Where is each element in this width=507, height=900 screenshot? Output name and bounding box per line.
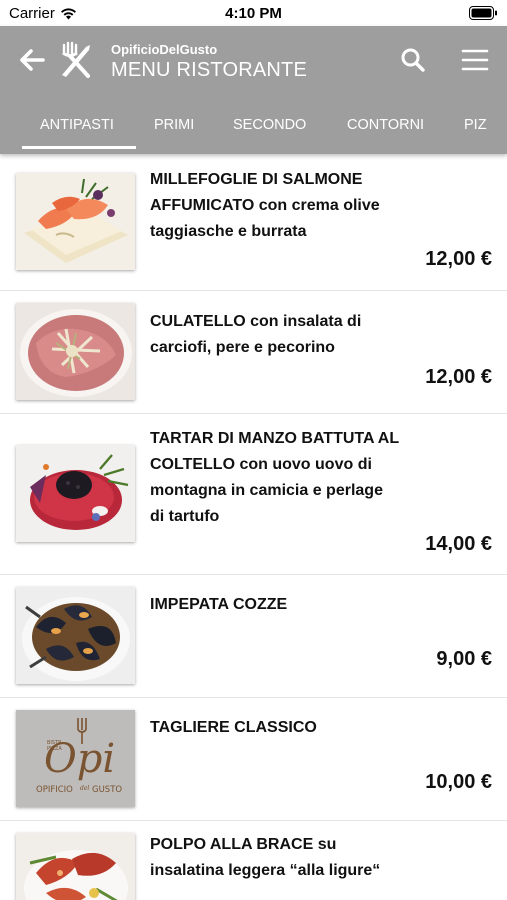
tartar-photo bbox=[16, 445, 135, 542]
dish-name-line: carciofi, pere e pecorino bbox=[150, 339, 335, 356]
dish-name-line: TAGLIERE CLASSICO bbox=[150, 719, 317, 736]
salmon-millefoglie-photo bbox=[16, 173, 135, 270]
dish-name: TAGLIERE CLASSICO bbox=[150, 715, 430, 741]
dish-price: 12,00 € bbox=[425, 366, 492, 388]
dish-image bbox=[16, 587, 135, 684]
back-arrow-icon[interactable] bbox=[18, 46, 46, 74]
list-item[interactable]: POLPO ALLA BRACE su insalatina leggera “… bbox=[0, 821, 507, 900]
status-bar: Carrier 4:10 PM bbox=[0, 0, 507, 26]
tab-secondo[interactable]: SECONDO bbox=[233, 117, 306, 133]
dish-name-line: TARTAR DI MANZO BATTUTA AL bbox=[150, 430, 400, 447]
search-icon[interactable] bbox=[399, 46, 427, 74]
octopus-photo bbox=[16, 833, 135, 900]
dish-name-line: CULATELLO con insalata di bbox=[150, 313, 362, 330]
dish-price: 10,00 € bbox=[425, 771, 492, 793]
dish-name-line: MILLEFOGLIE DI SALMONE bbox=[150, 171, 363, 188]
app-subtitle: OpificioDelGusto bbox=[111, 42, 218, 57]
tab-antipasti[interactable]: ANTIPASTI bbox=[40, 117, 114, 133]
dish-name: CULATELLO con insalata di carciofi, pere… bbox=[150, 309, 430, 361]
tab-contorni[interactable]: CONTORNI bbox=[347, 117, 424, 133]
active-tab-indicator bbox=[22, 146, 136, 149]
page-title: MENU RISTORANTE bbox=[111, 59, 307, 81]
dish-name: TARTAR DI MANZO BATTUTA AL COLTELLO con … bbox=[150, 426, 430, 530]
opificio-logo-placeholder: Opi BISTR PIZZA OPIFICIO del GUSTO bbox=[16, 710, 135, 807]
dish-name-line: taggiasche e burrata bbox=[150, 223, 307, 240]
logo-right-word: GUSTO bbox=[92, 785, 122, 795]
tab-primi[interactable]: PRIMI bbox=[154, 117, 194, 133]
dish-image bbox=[16, 445, 135, 542]
hamburger-menu-icon[interactable] bbox=[460, 46, 490, 74]
dish-image bbox=[16, 173, 135, 270]
dish-name-line: IMPEPATA COZZE bbox=[150, 596, 288, 613]
logo-mid-word: del bbox=[80, 785, 89, 792]
dish-name: POLPO ALLA BRACE su insalatina leggera “… bbox=[150, 832, 430, 884]
list-item[interactable]: IMPEPATA COZZE 9,00 € bbox=[0, 575, 507, 698]
dish-price: 9,00 € bbox=[436, 648, 492, 670]
fork-knife-icon bbox=[62, 41, 90, 78]
dish-price: 14,00 € bbox=[425, 533, 492, 555]
list-item[interactable]: MILLEFOGLIE DI SALMONE AFFUMICATO con cr… bbox=[0, 154, 507, 291]
list-item[interactable]: CULATELLO con insalata di carciofi, pere… bbox=[0, 291, 507, 414]
dish-image bbox=[16, 833, 135, 900]
dish-name-line: COLTELLO con uovo uovo di bbox=[150, 456, 372, 473]
status-time: 4:10 PM bbox=[225, 5, 282, 22]
dish-name-line: insalatina leggera “alla ligure“ bbox=[150, 862, 381, 879]
dish-image: Opi BISTR PIZZA OPIFICIO del GUSTO bbox=[16, 710, 135, 807]
tab-pizze[interactable]: PIZ bbox=[464, 117, 487, 133]
logo-small-bottom: PIZZA bbox=[47, 746, 62, 752]
mussels-photo bbox=[16, 587, 135, 684]
dish-name: IMPEPATA COZZE bbox=[150, 592, 430, 618]
dish-image bbox=[16, 303, 135, 400]
logo-left-word: OPIFICIO bbox=[36, 785, 73, 795]
list-item[interactable]: Opi BISTR PIZZA OPIFICIO del GUSTO TAGLI… bbox=[0, 698, 507, 821]
dish-name-line: montagna in camicia e perlage bbox=[150, 482, 383, 499]
dish-price: 12,00 € bbox=[425, 248, 492, 270]
list-item[interactable]: TARTAR DI MANZO BATTUTA AL COLTELLO con … bbox=[0, 414, 507, 575]
dish-name-line: POLPO ALLA BRACE su bbox=[150, 836, 337, 853]
app-header: OpificioDelGusto MENU RISTORANTE ANTIPAS… bbox=[0, 26, 507, 154]
battery-icon bbox=[469, 6, 497, 20]
dish-name-line: di tartufo bbox=[150, 508, 220, 525]
dish-name: MILLEFOGLIE DI SALMONE AFFUMICATO con cr… bbox=[150, 167, 430, 245]
culatello-photo bbox=[16, 303, 135, 400]
dish-name-line: AFFUMICATO con crema olive bbox=[150, 197, 380, 214]
